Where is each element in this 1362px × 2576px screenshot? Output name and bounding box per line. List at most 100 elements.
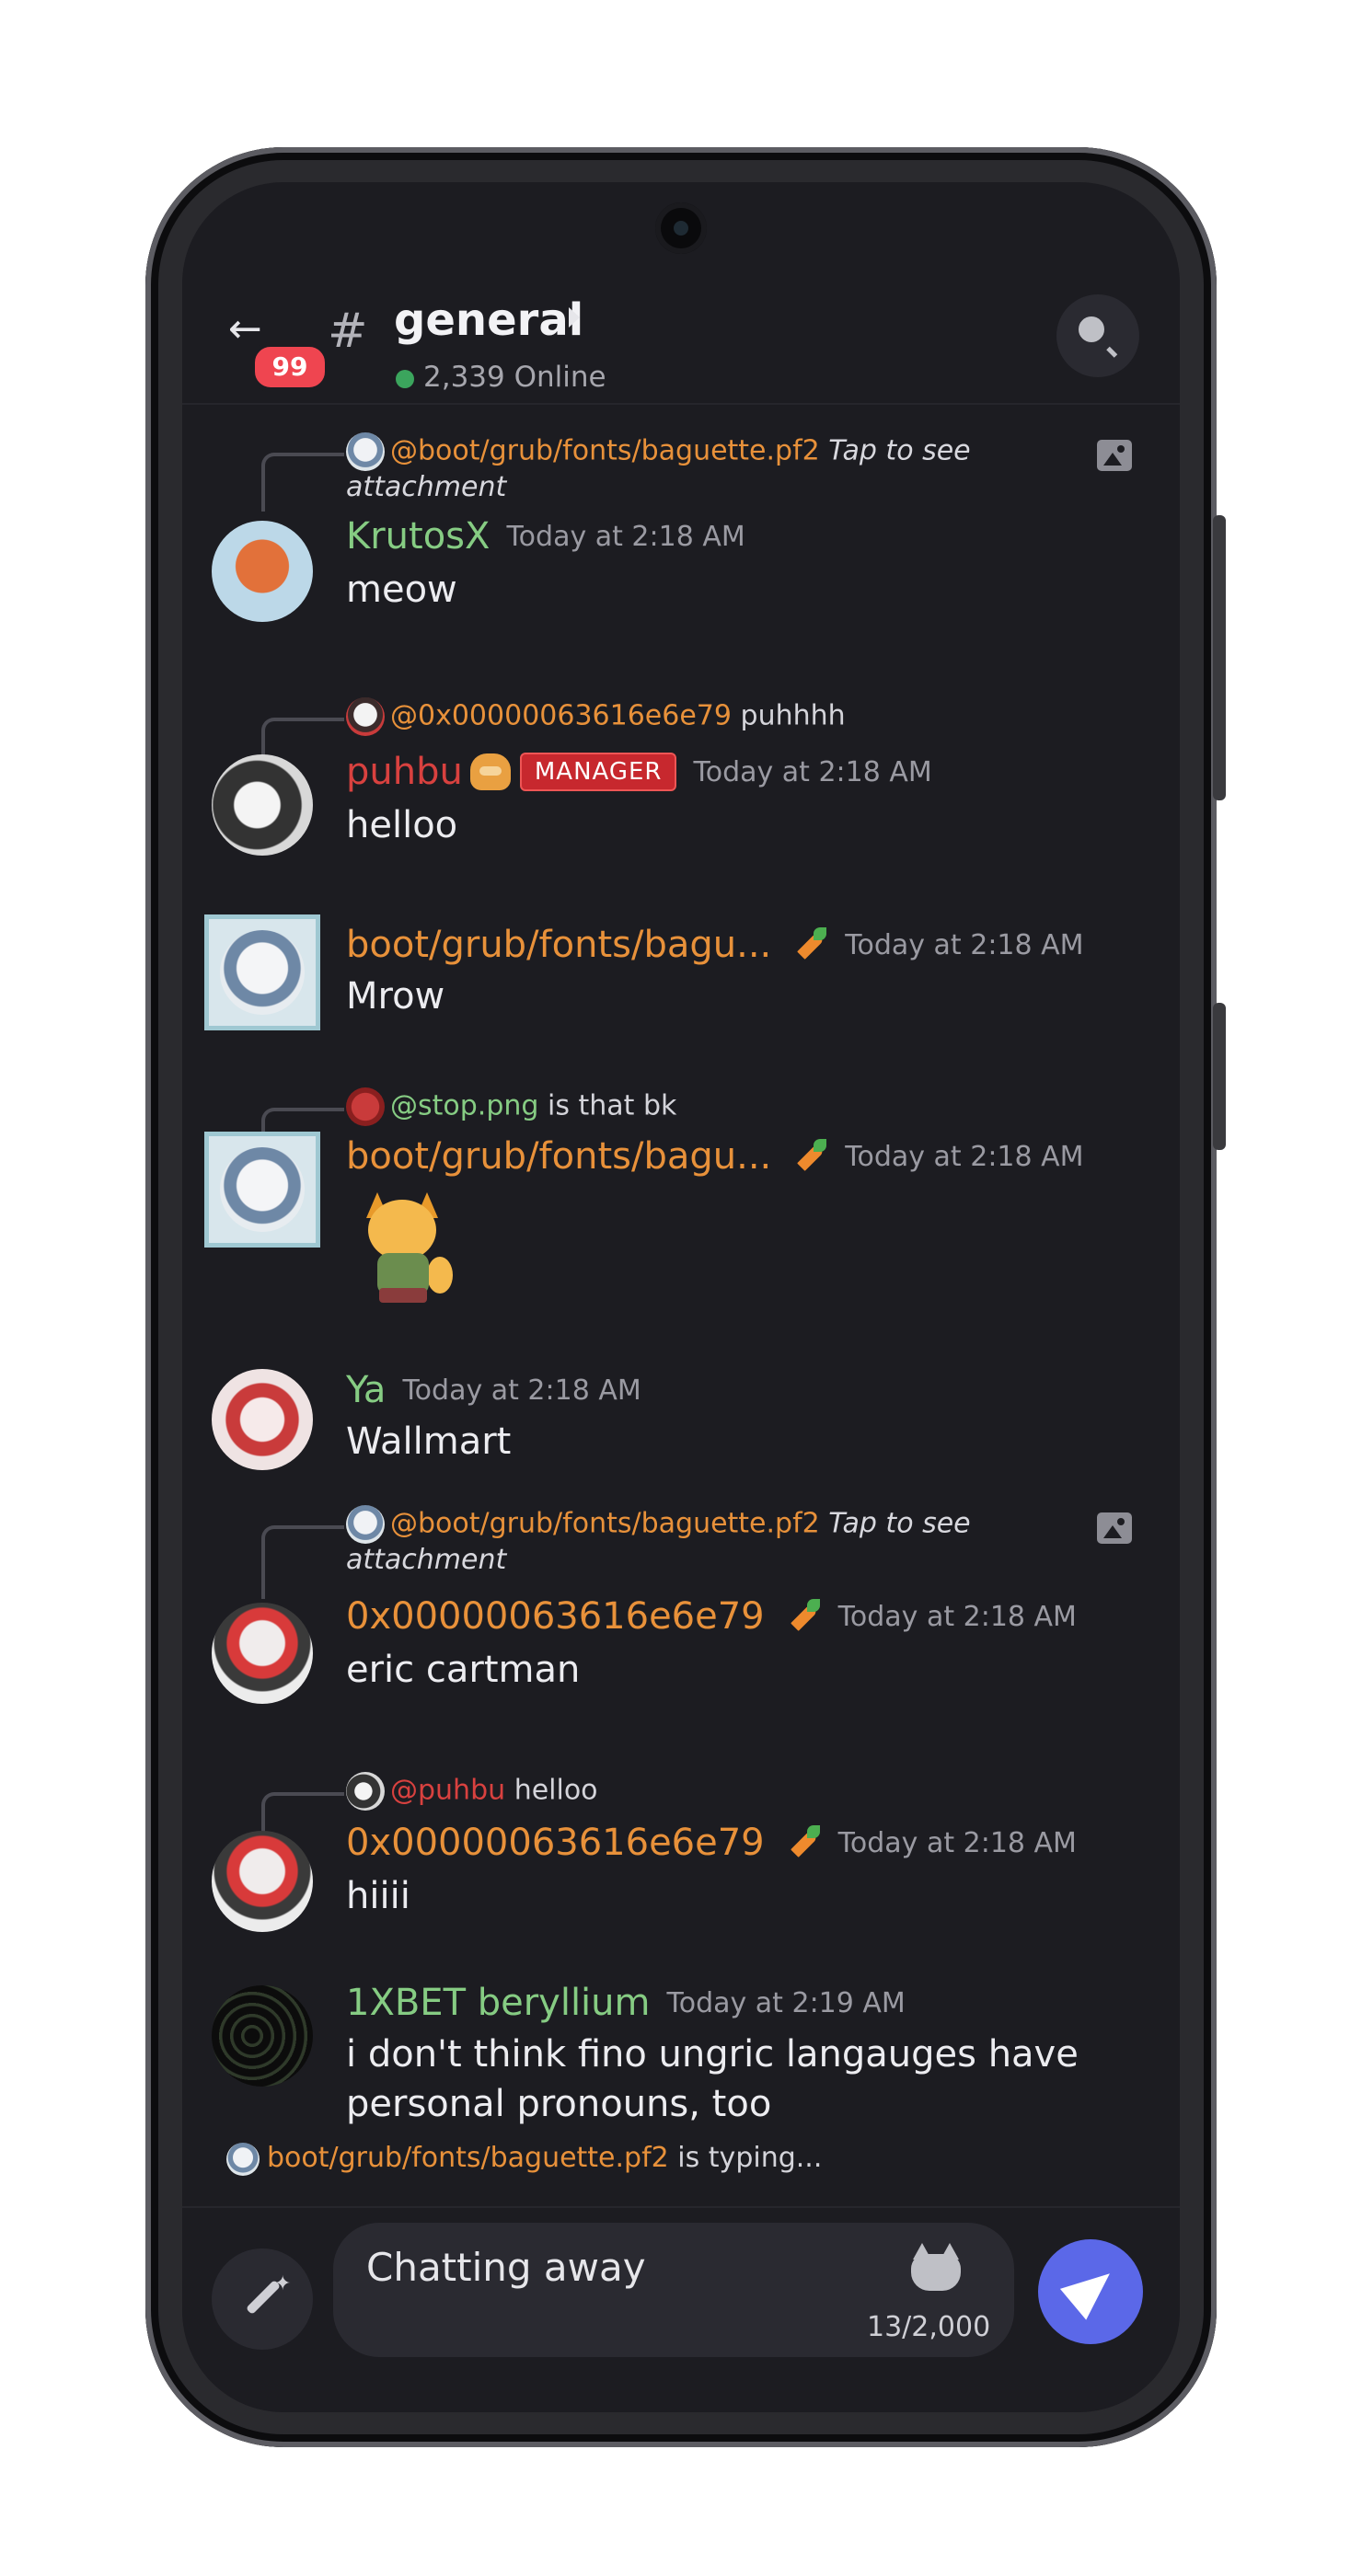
avatar[interactable] — [212, 1985, 313, 2087]
reply-avatar — [346, 697, 385, 736]
message-header: KrutosX Today at 2:18 AM — [346, 515, 745, 558]
online-count: 2,339 Online — [423, 361, 606, 394]
character-count: 13/2,000 — [867, 2311, 991, 2343]
magic-wand-button[interactable]: ✦ — [212, 2248, 313, 2350]
typing-indicator: boot/grub/fonts/baguette.pf2 is typing..… — [226, 2142, 822, 2176]
message-input[interactable]: Chatting away 13/2,000 — [333, 2223, 1014, 2357]
message-header: Ya Today at 2:18 AM — [346, 1369, 641, 1411]
message-header: boot/grub/fonts/bagu... Today at 2:18 AM — [346, 1135, 1084, 1178]
carrot-icon — [787, 1599, 822, 1634]
message-input-value[interactable]: Chatting away — [366, 2245, 646, 2290]
chevron-right-icon[interactable] — [569, 307, 580, 328]
message-text: Wallmart — [346, 1420, 512, 1463]
bread-emoji-icon — [469, 753, 511, 790]
send-button[interactable] — [1038, 2239, 1143, 2344]
username[interactable]: KrutosX — [346, 515, 490, 558]
username[interactable]: boot/grub/fonts/bagu... — [346, 924, 771, 966]
timestamp: Today at 2:18 AM — [845, 1140, 1084, 1173]
avatar[interactable] — [212, 1603, 313, 1704]
unread-badge: 99 — [250, 342, 329, 392]
timestamp: Today at 2:18 AM — [693, 755, 932, 788]
header-divider — [182, 403, 1180, 405]
fox-girl-sticker[interactable] — [352, 1192, 453, 1312]
typing-user: boot/grub/fonts/baguette.pf2 — [267, 2142, 669, 2174]
username[interactable]: 1XBET beryllium — [346, 1982, 651, 2024]
role-badge: MANAGER — [519, 753, 677, 791]
username[interactable]: boot/grub/fonts/bagu... — [346, 1135, 771, 1178]
channel-header: ← 99 # general 2,339 Online — [182, 283, 1180, 403]
channel-hash-icon: # — [328, 304, 368, 359]
composer-divider — [182, 2206, 1180, 2208]
reply-preview[interactable]: @boot/grub/fonts/baguette.pf2 Tap to see — [346, 1505, 971, 1544]
reply-avatar — [346, 1772, 385, 1811]
channel-name[interactable]: general — [394, 294, 583, 346]
reply-connector — [261, 1525, 344, 1599]
message-header: 1XBET beryllium Today at 2:19 AM — [346, 1982, 906, 2024]
search-button[interactable] — [1056, 294, 1139, 377]
message-text: personal pronouns, too — [346, 2083, 772, 2125]
reply-avatar — [346, 432, 385, 471]
reply-preview[interactable]: @puhbu helloo — [346, 1772, 598, 1811]
carrot-icon — [787, 1825, 822, 1860]
reply-author: @boot/grub/fonts/baguette.pf2 — [390, 434, 820, 467]
timestamp: Today at 2:19 AM — [666, 1986, 906, 2019]
reply-preview[interactable]: @stop.png is that bk — [346, 1087, 676, 1126]
message-header: puhbu MANAGER Today at 2:18 AM — [346, 751, 932, 793]
reply-preview[interactable]: @0x00000063616e6e79 puhhhh — [346, 697, 846, 736]
typing-suffix: is typing... — [677, 2142, 823, 2174]
reply-author: @puhbu — [390, 1774, 506, 1807]
avatar[interactable] — [212, 754, 313, 856]
online-dot-icon — [396, 370, 414, 388]
timestamp: Today at 2:18 AM — [837, 1600, 1077, 1633]
reply-preview[interactable]: @boot/grub/fonts/baguette.pf2 Tap to see — [346, 432, 971, 471]
username[interactable]: Ya — [346, 1369, 386, 1411]
message-text: helloo — [346, 804, 458, 846]
send-icon — [1059, 2258, 1124, 2320]
image-icon — [1097, 440, 1132, 471]
avatar[interactable] — [212, 521, 313, 622]
reply-author: @0x00000063616e6e79 — [390, 699, 732, 732]
reply-text: helloo — [514, 1774, 598, 1807]
front-camera — [655, 202, 707, 254]
message-header: boot/grub/fonts/bagu... Today at 2:18 AM — [346, 924, 1084, 966]
message-text: Mrow — [346, 975, 445, 1018]
message-text: hiiii — [346, 1875, 410, 1917]
reply-text: puhhhh — [740, 699, 846, 732]
message-text: meow — [346, 569, 457, 611]
power-button — [1213, 1003, 1226, 1150]
image-icon — [1097, 1512, 1132, 1544]
username[interactable]: puhbu — [346, 751, 463, 793]
avatar[interactable] — [212, 1831, 313, 1932]
avatar[interactable] — [204, 914, 320, 1030]
search-icon — [1079, 316, 1104, 342]
carrot-icon — [793, 927, 828, 962]
reply-avatar — [346, 1505, 385, 1544]
avatar[interactable] — [204, 1132, 320, 1248]
username[interactable]: 0x00000063616e6e79 — [346, 1822, 765, 1864]
avatar[interactable] — [212, 1369, 313, 1470]
timestamp: Today at 2:18 AM — [837, 1826, 1077, 1859]
reply-attachment-text-cont: attachment — [346, 1544, 507, 1576]
reply-attachment-text: Tap to see — [828, 1507, 971, 1540]
cat-emoji-icon[interactable] — [911, 2243, 961, 2291]
sparkle-icon: ✦ — [274, 2272, 292, 2295]
message-text: eric cartman — [346, 1649, 581, 1691]
message-header: 0x00000063616e6e79 Today at 2:18 AM — [346, 1822, 1077, 1864]
carrot-icon — [793, 1139, 828, 1174]
timestamp: Today at 2:18 AM — [845, 928, 1084, 961]
timestamp: Today at 2:18 AM — [402, 1374, 641, 1407]
username[interactable]: 0x00000063616e6e79 — [346, 1595, 765, 1638]
reply-avatar — [346, 1087, 385, 1126]
reply-attachment-text-cont: attachment — [346, 471, 507, 503]
reply-author: @stop.png — [390, 1089, 539, 1122]
reply-connector — [261, 453, 344, 512]
message-text: i don't think fino ungric langauges have — [346, 2033, 1079, 2076]
timestamp: Today at 2:18 AM — [506, 520, 745, 553]
reply-author: @boot/grub/fonts/baguette.pf2 — [390, 1507, 820, 1540]
message-header: 0x00000063616e6e79 Today at 2:18 AM — [346, 1595, 1077, 1638]
reply-text: is that bk — [547, 1089, 677, 1122]
reply-attachment-text: Tap to see — [828, 434, 971, 467]
typing-avatar — [226, 2142, 260, 2176]
app-screen: ← 99 # general 2,339 Online @boot/grub/f… — [182, 182, 1180, 2412]
volume-button — [1213, 515, 1226, 800]
